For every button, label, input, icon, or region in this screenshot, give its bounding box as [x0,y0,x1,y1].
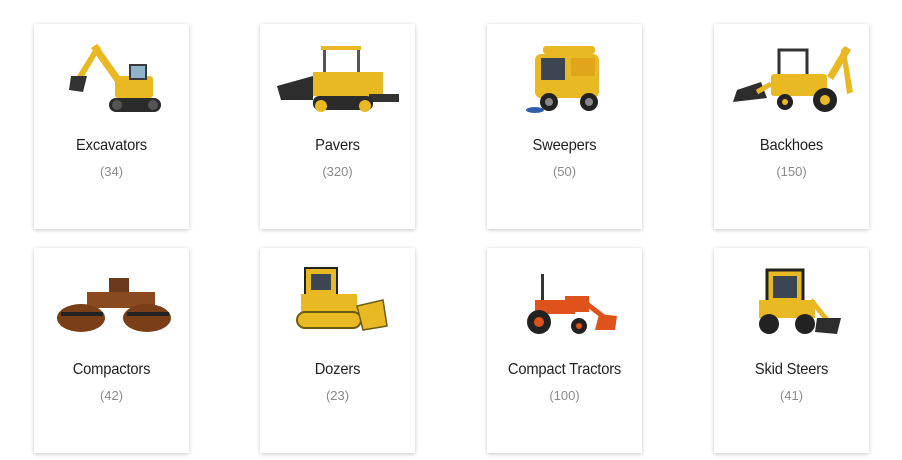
category-title[interactable]: Excavators [40,137,183,155]
category-card-skid-steers[interactable]: Skid Steers (41) [714,248,869,453]
paver-icon [260,36,415,124]
dozer-icon [260,260,415,348]
category-count: (320) [322,164,353,179]
category-title[interactable]: Pavers [266,137,409,155]
category-count: (42) [99,388,124,403]
category-card-excavators[interactable]: Excavators (34) [34,24,189,229]
category-title[interactable]: Skid Steers [720,361,863,379]
category-card-sweepers[interactable]: Sweepers (50) [487,24,642,229]
backhoe-icon [714,36,869,124]
category-title[interactable]: Compact Tractors [493,361,636,379]
category-card-compact-tractors[interactable]: Compact Tractors (100) [487,248,642,453]
category-title[interactable]: Sweepers [493,137,636,155]
category-count: (100) [549,388,580,403]
category-count: (50) [552,164,577,179]
category-count: (41) [779,388,804,403]
compact-tractor-icon [487,260,642,348]
category-title[interactable]: Compactors [40,361,183,379]
category-card-compactors[interactable]: Compactors (42) [34,248,189,453]
category-count: (34) [99,164,124,179]
category-title[interactable]: Backhoes [720,137,863,155]
sweeper-icon [487,36,642,124]
category-count: (23) [325,388,350,403]
category-card-dozers[interactable]: Dozers (23) [260,248,415,453]
category-card-backhoes[interactable]: Backhoes (150) [714,24,869,229]
category-count: (150) [776,164,807,179]
excavator-icon [34,36,189,124]
compactor-icon [34,260,189,348]
category-card-pavers[interactable]: Pavers (320) [260,24,415,229]
skid-steer-icon [714,260,869,348]
category-title[interactable]: Dozers [266,361,409,379]
